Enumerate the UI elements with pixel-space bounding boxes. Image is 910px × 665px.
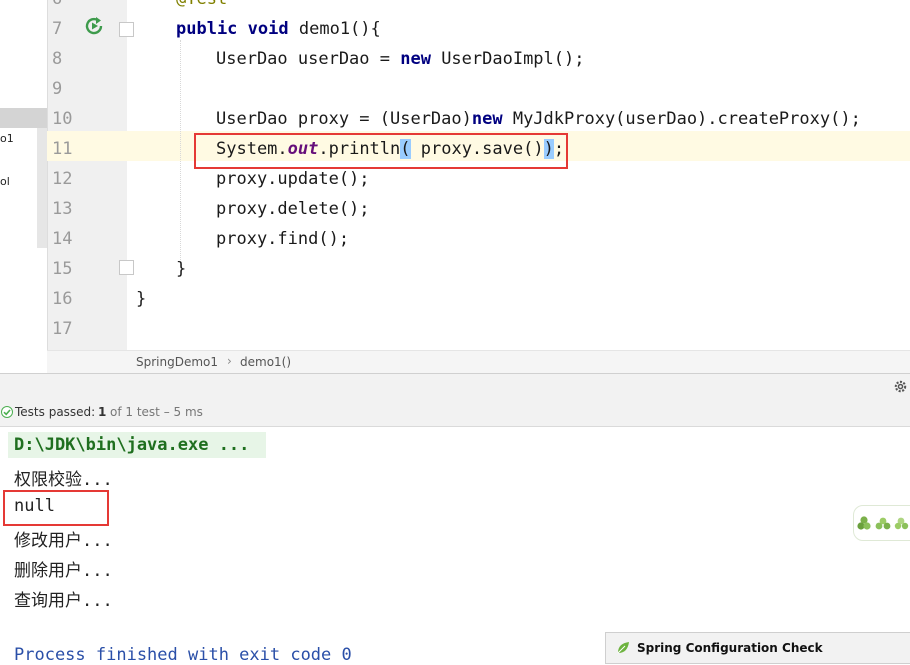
code-line-8: UserDao userDao = new UserDaoImpl(); [216,49,584,69]
status-label: Tests passed: [15,405,96,419]
console-line: 修改用户... [14,531,113,551]
highlight-box-output [3,490,109,526]
selected-row-highlight [0,108,47,128]
status-count: 1 [98,405,107,419]
notification-title: Spring Configuration Check [637,641,823,655]
code-text: UserDaoImpl(); [430,49,585,69]
breadcrumb: SpringDemo1 › demo1() [47,350,910,374]
run-toolbar [0,373,910,400]
gear-icon[interactable] [893,379,908,394]
keyword: new [400,49,431,69]
line-number: 17 [52,319,73,339]
code-line-12: proxy.update(); [216,169,370,189]
line-number: 8 [52,49,63,69]
keyword: void [247,19,289,39]
code-text: UserDao proxy = (UserDao) [216,109,472,129]
console-command: D:\JDK\bin\java.exe ... [14,435,250,455]
code-text: UserDao userDao = [216,49,401,69]
console-line: 查询用户... [14,591,113,611]
method-signature: demo1(){ [298,19,381,39]
plugin-widget[interactable] [853,505,910,541]
line-number: 13 [52,199,73,219]
project-item-fragment[interactable]: ol [0,175,10,188]
line-number: 14 [52,229,73,249]
fold-icon[interactable] [119,260,134,275]
console-line: 权限校验... [14,470,113,490]
line-number: 7 [52,19,63,39]
breadcrumb-item[interactable]: demo1() [240,355,291,369]
indent-guide [180,40,181,260]
line-number: 12 [52,169,73,189]
keyword: public [176,19,238,39]
breadcrumb-item[interactable]: SpringDemo1 [136,355,218,369]
code-line-10: UserDao proxy = (UserDao)new MyJdkProxy(… [216,109,861,129]
project-item-fragment[interactable]: o1 [0,132,14,145]
highlight-box-code [194,133,568,169]
console-exit-line: Process finished with exit code 0 [14,645,352,665]
code-line-13: proxy.delete(); [216,199,370,219]
console-output[interactable] [0,427,910,657]
code-annotation: @Test [176,0,227,9]
status-detail: of 1 test – 5 ms [110,405,203,419]
code-line-14: proxy.find(); [216,229,350,249]
project-scrollbar[interactable] [37,128,47,248]
run-test-icon[interactable] [82,14,106,38]
check-icon [1,406,13,418]
code-line-7: public void demo1(){ [176,19,381,39]
spring-notification[interactable]: Spring Configuration Check [605,632,910,664]
fold-icon[interactable] [119,22,134,37]
test-status-bar: Tests passed: 1 of 1 test – 5 ms [0,399,910,427]
project-panel-strip: o1 ol [0,0,47,350]
line-number: 6 [52,0,74,9]
console-line: 删除用户... [14,561,113,581]
line-number: 11 [52,139,73,159]
keyword: new [471,109,503,129]
code-text: MyJdkProxy(userDao).createProxy(); [502,109,861,129]
line-number: 9 [52,79,63,99]
line-number: 10 [52,109,73,129]
leaf-icon [617,642,629,654]
clover-icon [857,516,909,530]
line-number: 16 [52,289,73,309]
breadcrumb-separator: › [227,354,232,368]
code-line-16: } [136,289,147,309]
line-number: 15 [52,259,73,279]
code-line-15: } [176,259,187,279]
